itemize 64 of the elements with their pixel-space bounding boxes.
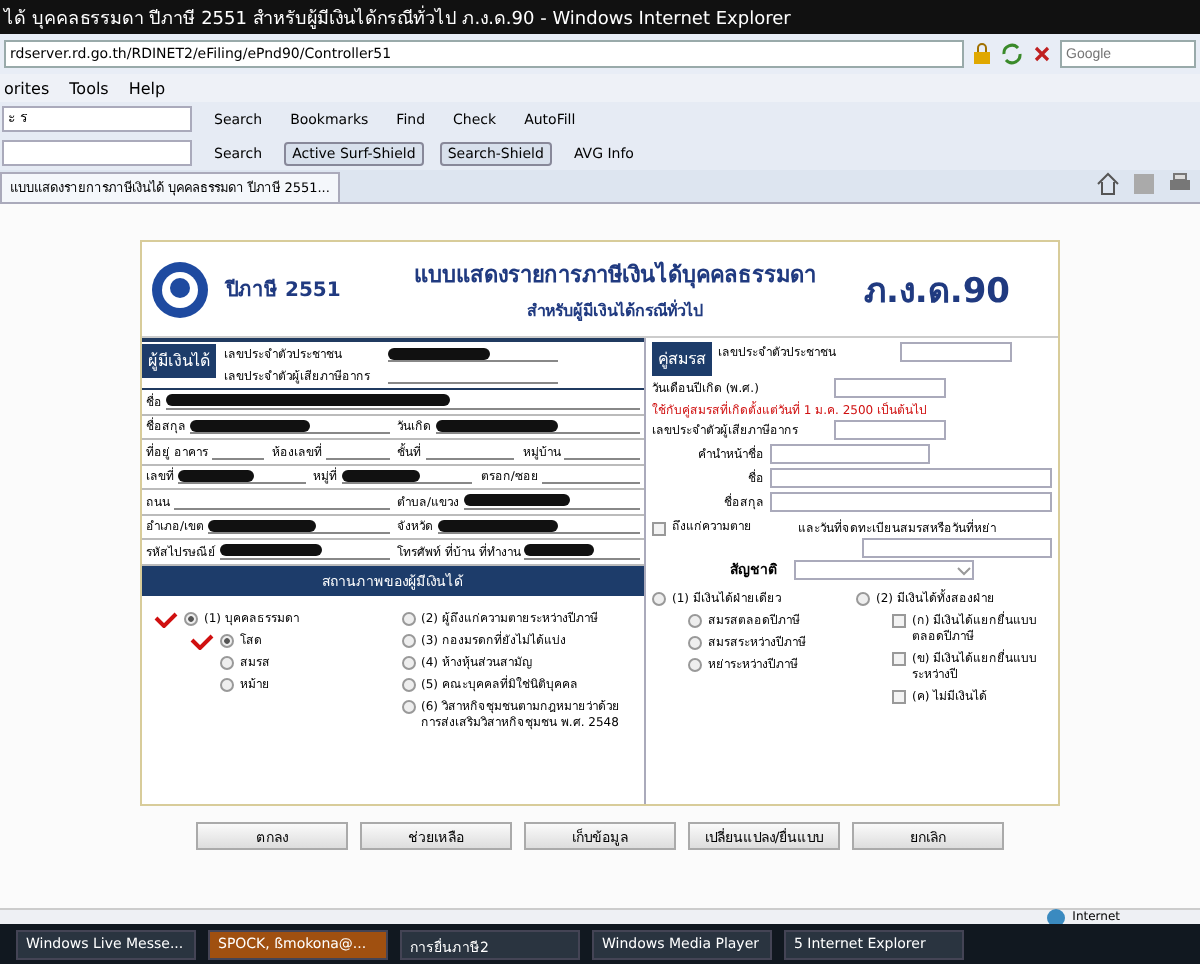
redaction-mark bbox=[435, 419, 558, 432]
menu-item[interactable]: Tools bbox=[69, 79, 109, 97]
form-subtitle: สำหรับผู้มีเงินได้กรณีทั่วไป bbox=[524, 297, 705, 323]
input-field[interactable] bbox=[388, 346, 558, 362]
input-field[interactable] bbox=[178, 468, 306, 485]
printer-icon bbox=[1168, 172, 1192, 196]
input-field[interactable] bbox=[770, 468, 1052, 488]
checkbox[interactable] bbox=[892, 652, 906, 666]
radio-button[interactable] bbox=[401, 611, 415, 625]
close-icon bbox=[1030, 42, 1054, 66]
refresh-icon bbox=[1000, 42, 1024, 66]
radio-button[interactable] bbox=[401, 655, 415, 669]
input-field[interactable] bbox=[900, 342, 1012, 362]
menu-item[interactable]: Help bbox=[128, 79, 166, 97]
redaction-mark bbox=[388, 347, 490, 359]
redaction-mark bbox=[437, 519, 559, 532]
input-field[interactable] bbox=[862, 538, 1052, 558]
form-code: ภ.ง.ด.90 bbox=[863, 270, 1012, 316]
redaction-mark bbox=[178, 469, 255, 482]
window-title: ได้ บุคคลธรรมดา ปีภาษี 2551 สำหรับผู้มีเงินได้กรณีทั่วไป ภ.ง.ด.90 - Windows Internet Explorer bbox=[4, 3, 791, 31]
input-field[interactable] bbox=[437, 518, 640, 535]
input-field[interactable] bbox=[341, 468, 473, 485]
input-field[interactable] bbox=[190, 418, 389, 435]
lock-icon bbox=[970, 42, 994, 66]
radio-button[interactable] bbox=[401, 699, 415, 713]
redaction-mark bbox=[341, 469, 421, 482]
input-field[interactable] bbox=[770, 492, 1052, 512]
input-field[interactable] bbox=[220, 543, 389, 560]
home-icon bbox=[1096, 172, 1120, 196]
checkbox[interactable] bbox=[652, 521, 666, 535]
section-label: คู่สมรส bbox=[652, 342, 712, 376]
input-field[interactable] bbox=[208, 518, 389, 535]
tax-year: ปีภาษี 2551 bbox=[226, 276, 343, 304]
input-field[interactable] bbox=[524, 543, 640, 560]
input-field[interactable] bbox=[435, 418, 640, 435]
radio-button[interactable] bbox=[184, 611, 198, 625]
toolbar-field[interactable] bbox=[2, 140, 192, 166]
radio-button[interactable] bbox=[220, 655, 234, 669]
input-field[interactable] bbox=[834, 420, 946, 440]
redaction-mark bbox=[463, 494, 570, 507]
redaction-mark bbox=[524, 544, 594, 557]
input-field[interactable] bbox=[770, 444, 930, 464]
redaction-mark bbox=[208, 519, 317, 532]
input-field[interactable] bbox=[463, 493, 640, 510]
input-field[interactable] bbox=[166, 393, 640, 410]
radio-button[interactable] bbox=[688, 614, 702, 628]
radio-button[interactable] bbox=[401, 633, 415, 647]
section-label: ผู้มีเงินได้ bbox=[142, 344, 216, 378]
redaction-mark bbox=[190, 419, 310, 432]
menu-item[interactable]: orites bbox=[4, 79, 50, 97]
checkbox[interactable] bbox=[892, 690, 906, 704]
radio-button[interactable] bbox=[856, 592, 870, 606]
redaction-mark bbox=[220, 544, 322, 557]
checkbox[interactable] bbox=[892, 614, 906, 628]
radio-button[interactable] bbox=[220, 677, 234, 691]
radio-button[interactable] bbox=[220, 633, 234, 647]
nationality-dropdown[interactable] bbox=[794, 559, 974, 579]
radio-button[interactable] bbox=[688, 636, 702, 650]
form-title: แบบแสดงรายการภาษีเงินได้บุคคลธรรมดา bbox=[411, 259, 818, 291]
input-field[interactable] bbox=[834, 378, 946, 398]
radio-button[interactable] bbox=[401, 677, 415, 691]
radio-button[interactable] bbox=[688, 658, 702, 672]
radio-button[interactable] bbox=[652, 592, 666, 606]
emblem-icon bbox=[150, 259, 210, 319]
